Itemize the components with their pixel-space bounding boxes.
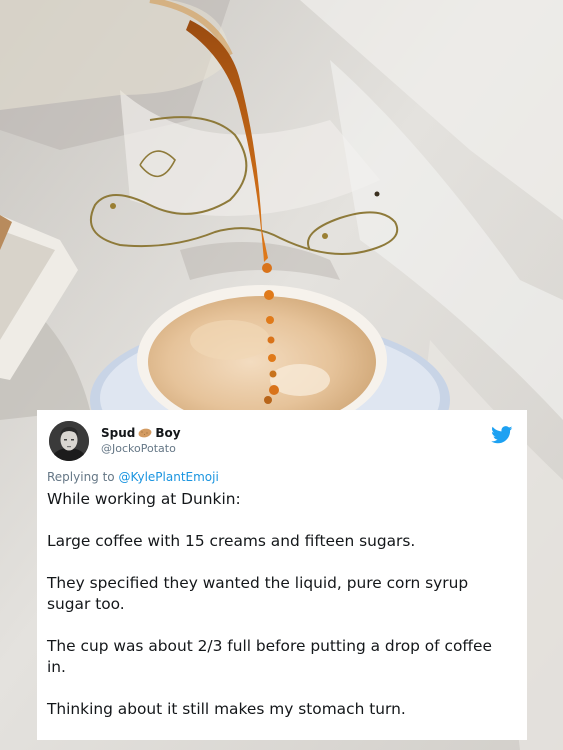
reply-prefix: Replying to <box>47 470 115 484</box>
user-handle[interactable]: @JockoPotato <box>101 442 181 455</box>
tweet-body: While working at Dunkin: Large coffee wi… <box>47 489 515 720</box>
name-block: Spud Boy @JockoPotato <box>101 426 181 455</box>
tweet-paragraph: Large coffee with 15 creams and fifteen … <box>47 532 416 550</box>
tweet-paragraph: Thinking about it still makes my stomach… <box>47 700 406 718</box>
reply-context: Replying to @KylePlantEmoji <box>47 470 515 484</box>
tweet-paragraph: While working at Dunkin: <box>47 490 241 508</box>
tweet-paragraph: The cup was about 2/3 full before puttin… <box>47 637 492 676</box>
display-name-part2: Boy <box>155 426 181 440</box>
display-name[interactable]: Spud Boy <box>101 426 181 440</box>
potato-emoji-icon <box>138 428 152 438</box>
tweet-paragraph: They specified they wanted the liquid, p… <box>47 574 469 613</box>
tweet-card: Spud Boy @JockoPotato Replying to @KyleP… <box>37 410 527 740</box>
twitter-bird-icon[interactable] <box>491 426 513 444</box>
tweet-header: Spud Boy @JockoPotato <box>47 418 515 466</box>
avatar[interactable] <box>49 421 89 461</box>
reply-mention-link[interactable]: @KylePlantEmoji <box>118 470 218 484</box>
display-name-part1: Spud <box>101 426 136 440</box>
